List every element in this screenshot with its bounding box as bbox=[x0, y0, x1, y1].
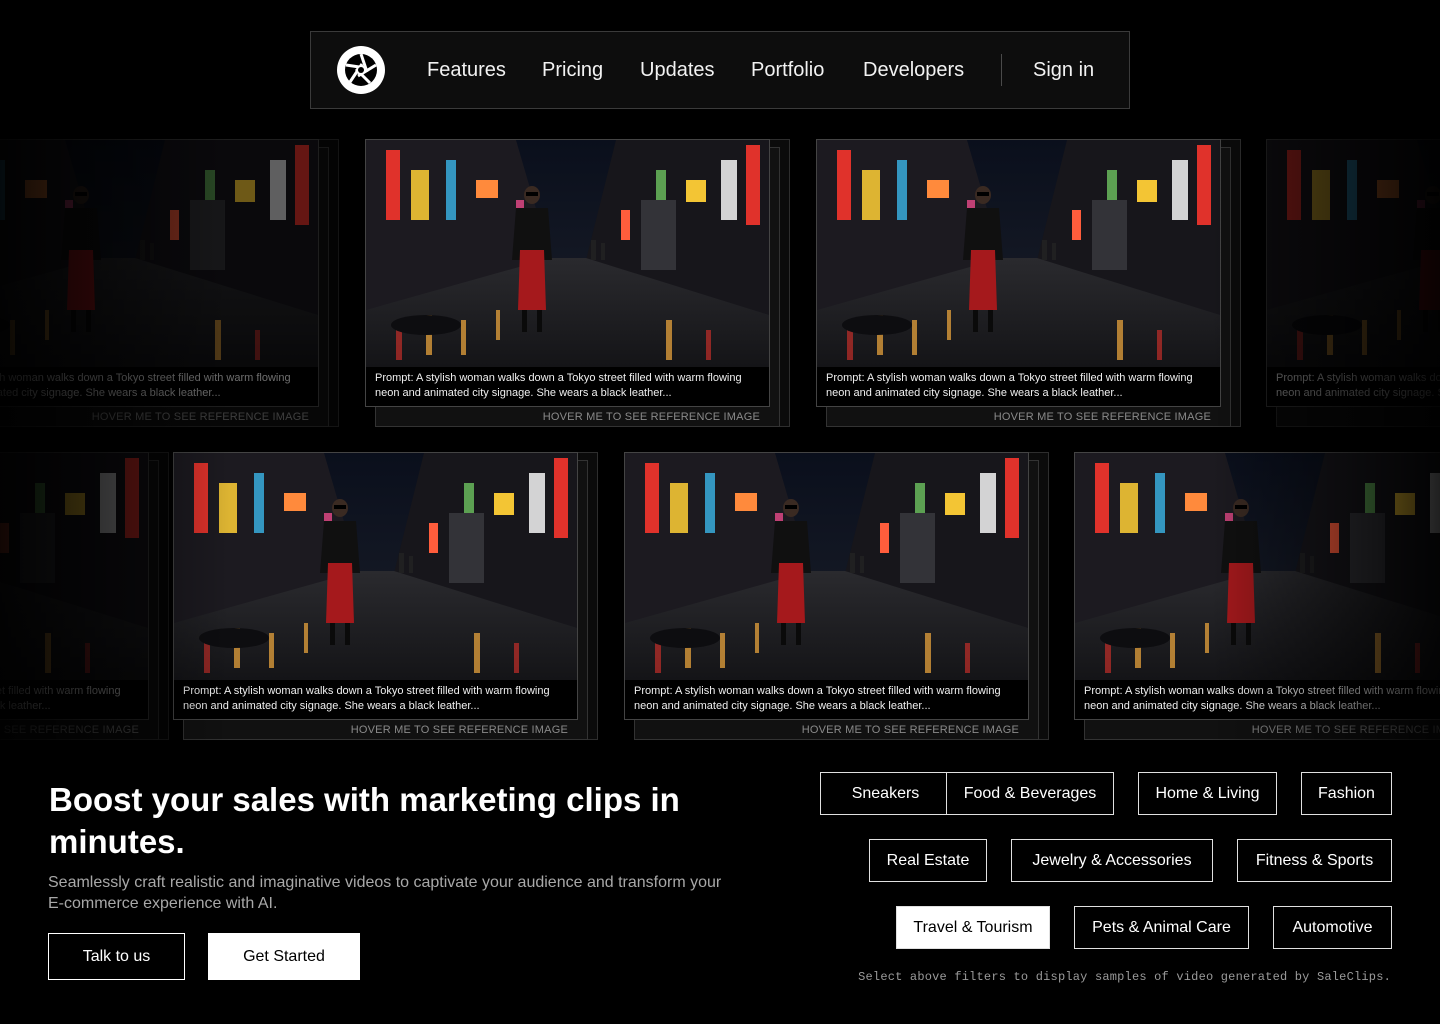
prompt-caption: Prompt: A stylish woman walks down a Tok… bbox=[817, 367, 1220, 406]
nav-link-pricing[interactable]: Pricing bbox=[542, 58, 603, 82]
filter-home-living[interactable]: Home & Living bbox=[1138, 772, 1277, 815]
hero-title: Boost your sales with marketing clips in… bbox=[49, 781, 680, 860]
video-thumbnail bbox=[1075, 453, 1440, 680]
prompt-caption: Prompt: A stylish woman walks down a Tok… bbox=[625, 680, 1028, 719]
filter-fitness-sports[interactable]: Fitness & Sports bbox=[1237, 839, 1392, 882]
video-thumbnail bbox=[0, 140, 318, 367]
video-frame[interactable]: Prompt: A stylish woman walks down a Tok… bbox=[624, 452, 1029, 720]
nav-link-portfolio[interactable]: Portfolio bbox=[751, 58, 824, 82]
nav-link-updates[interactable]: Updates bbox=[640, 58, 715, 82]
nav-link-developers[interactable]: Developers bbox=[863, 58, 964, 82]
video-sample-card[interactable]: Prompt: A stylish woman walks down a Tok… bbox=[624, 452, 1049, 740]
video-thumbnail bbox=[1267, 140, 1440, 367]
tokyo-street-scene bbox=[817, 140, 1220, 367]
filter-jewelry-accessories[interactable]: Jewelry & Accessories bbox=[1011, 839, 1213, 882]
video-frame[interactable]: Prompt: A stylish woman walks down a Tok… bbox=[1266, 139, 1440, 407]
talk-to-us-button[interactable]: Talk to us bbox=[48, 933, 185, 980]
hover-reference-label[interactable]: HOVER ME TO SEE REFERENCE IMAGE bbox=[644, 720, 1029, 740]
filter-pets-animal-care[interactable]: Pets & Animal Care bbox=[1074, 906, 1249, 949]
video-thumbnail bbox=[817, 140, 1220, 367]
hover-reference-label[interactable]: HOVER ME TO SEE REFERENCE IMAGE bbox=[1094, 720, 1440, 740]
tokyo-street-scene bbox=[625, 453, 1028, 680]
video-sample-card[interactable]: Prompt: A stylish woman walks down a Tok… bbox=[816, 139, 1241, 427]
hover-reference-label[interactable]: HOVER ME TO SEE REFERENCE IMAGE bbox=[0, 407, 319, 427]
tokyo-street-scene bbox=[174, 453, 577, 680]
prompt-caption: Prompt: A stylish woman walks down a Tok… bbox=[1267, 367, 1440, 406]
filter-fashion[interactable]: Fashion bbox=[1301, 772, 1392, 815]
filter-sneakers[interactable]: Sneakers bbox=[820, 772, 951, 815]
video-frame[interactable]: Prompt: A stylish woman walks down a Tok… bbox=[0, 139, 319, 407]
tokyo-street-scene bbox=[1075, 453, 1440, 680]
hover-reference-label[interactable]: HOVER ME TO SEE REFERENCE IMAGE bbox=[0, 720, 149, 740]
video-frame[interactable]: Prompt: A stylish woman walks down a Tok… bbox=[173, 452, 578, 720]
prompt-caption: Prompt: A stylish woman walks down a Tok… bbox=[366, 367, 769, 406]
hover-reference-label[interactable]: HOVER ME TO SEE REFERENCE IMAGE bbox=[193, 720, 578, 740]
tokyo-street-scene bbox=[1267, 140, 1440, 367]
prompt-caption: Prompt: A stylish woman walks down a Tok… bbox=[0, 680, 148, 719]
video-sample-card[interactable]: Prompt: A stylish woman walks down a Tok… bbox=[0, 452, 169, 740]
sign-in-link[interactable]: Sign in bbox=[1033, 58, 1094, 82]
filter-automotive[interactable]: Automotive bbox=[1273, 906, 1392, 949]
hover-reference-label[interactable]: HOVER ME TO SEE REFERENCE IMAGE bbox=[385, 407, 770, 427]
video-frame[interactable]: Prompt: A stylish woman walks down a Tok… bbox=[816, 139, 1221, 407]
filter-food-beverages[interactable]: Food & Beverages bbox=[946, 772, 1114, 815]
nav-link-features[interactable]: Features bbox=[427, 58, 506, 82]
hover-reference-label[interactable]: HOVER ME TO SEE REFERENCE IMAGE bbox=[1286, 407, 1440, 427]
aperture-logo-icon[interactable] bbox=[337, 46, 385, 94]
video-thumbnail bbox=[0, 453, 148, 680]
filter-travel-tourism[interactable]: Travel & Tourism bbox=[896, 906, 1050, 949]
hover-reference-label[interactable]: HOVER ME TO SEE REFERENCE IMAGE bbox=[836, 407, 1221, 427]
tokyo-street-scene bbox=[0, 453, 148, 680]
top-navigation: Features Pricing Updates Portfolio Devel… bbox=[310, 31, 1130, 109]
video-sample-card[interactable]: Prompt: A stylish woman walks down a Tok… bbox=[1074, 452, 1440, 740]
prompt-caption: Prompt: A stylish woman walks down a Tok… bbox=[174, 680, 577, 719]
get-started-button[interactable]: Get Started bbox=[208, 933, 360, 980]
nav-divider bbox=[1001, 54, 1002, 86]
hero-subtitle: Seamlessly craft realistic and imaginati… bbox=[48, 874, 722, 912]
filter-real-estate[interactable]: Real Estate bbox=[869, 839, 987, 882]
video-thumbnail bbox=[174, 453, 577, 680]
video-sample-card[interactable]: Prompt: A stylish woman walks down a Tok… bbox=[173, 452, 598, 740]
video-frame[interactable]: Prompt: A stylish woman walks down a Tok… bbox=[365, 139, 770, 407]
tokyo-street-scene bbox=[0, 140, 318, 367]
prompt-caption: Prompt: A stylish woman walks down a Tok… bbox=[1075, 680, 1440, 719]
video-frame[interactable]: Prompt: A stylish woman walks down a Tok… bbox=[0, 452, 149, 720]
video-sample-card[interactable]: Prompt: A stylish woman walks down a Tok… bbox=[365, 139, 790, 427]
video-thumbnail bbox=[625, 453, 1028, 680]
tokyo-street-scene bbox=[366, 140, 769, 367]
video-sample-card[interactable]: Prompt: A stylish woman walks down a Tok… bbox=[0, 139, 339, 427]
video-sample-card[interactable]: Prompt: A stylish woman walks down a Tok… bbox=[1266, 139, 1440, 427]
video-frame[interactable]: Prompt: A stylish woman walks down a Tok… bbox=[1074, 452, 1440, 720]
prompt-caption: Prompt: A stylish woman walks down a Tok… bbox=[0, 367, 318, 406]
filter-helper-note: Select above filters to display samples … bbox=[858, 970, 1391, 984]
video-thumbnail bbox=[366, 140, 769, 367]
